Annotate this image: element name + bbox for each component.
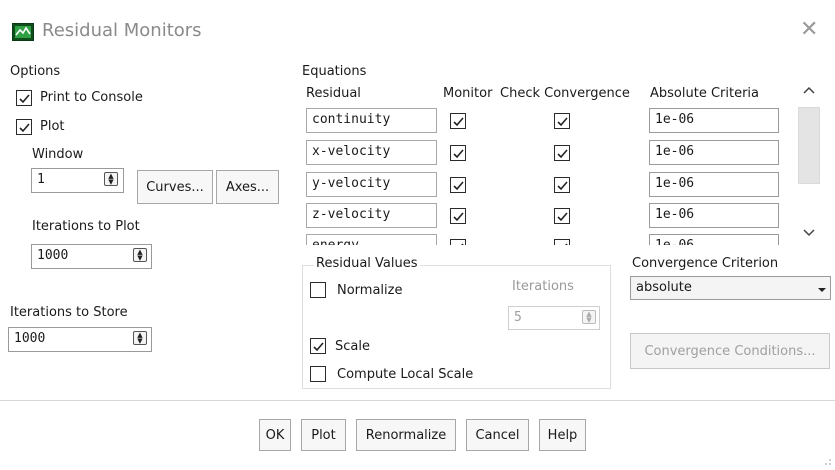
residual-name-energy: energy <box>306 234 437 245</box>
residual-name-x-velocity: x-velocity <box>306 140 437 165</box>
check-icon <box>460 242 464 245</box>
check-icon <box>564 242 568 245</box>
residual-name-y-velocity: y-velocity <box>306 172 437 197</box>
equations-list: continuity 1e-06 x-velocity 1e-06 y-velo… <box>300 104 790 245</box>
scrollbar-thumb[interactable] <box>798 107 820 184</box>
check-convergence-checkbox-y-velocity[interactable] <box>554 177 570 193</box>
absolute-criteria-input-energy[interactable]: 1e-06 <box>649 234 779 245</box>
check-icon <box>452 148 464 158</box>
help-button[interactable]: Help <box>539 419 586 451</box>
iterations-to-plot-value: 1000 <box>37 248 69 263</box>
plot-button[interactable]: Plot <box>301 419 346 451</box>
monitor-checkbox-energy[interactable] <box>450 239 466 245</box>
compute-local-scale-label: Compute Local Scale <box>337 367 474 382</box>
iterations-value: 5 <box>514 310 522 325</box>
iterations-spinner-arrows: ▲ ▼ <box>582 310 596 324</box>
check-icon <box>18 93 30 103</box>
dropdown-arrow-icon[interactable] <box>817 283 827 292</box>
equations-heading: Equations <box>302 64 367 79</box>
check-icon <box>556 180 568 190</box>
curves-button[interactable]: Curves... <box>137 170 213 204</box>
residual-name-z-velocity: z-velocity <box>306 203 437 228</box>
iterations-to-plot-spinner-arrows[interactable]: ▲ ▼ <box>133 248 147 262</box>
absolute-criteria-input-y-velocity[interactable]: 1e-06 <box>649 172 779 197</box>
resize-grip-icon[interactable] <box>822 455 832 465</box>
fluent-app-icon <box>12 23 34 41</box>
iterations-to-plot-label: Iterations to Plot <box>32 219 140 234</box>
ok-button[interactable]: OK <box>259 419 291 451</box>
normalize-label: Normalize <box>337 283 403 298</box>
normalize-checkbox[interactable] <box>310 282 326 298</box>
window-spinner-arrows[interactable]: ▲ ▼ <box>104 172 118 186</box>
scale-checkbox[interactable] <box>310 338 326 354</box>
check-icon <box>452 211 464 221</box>
convergence-criterion-label: Convergence Criterion <box>632 256 779 271</box>
print-to-console-label: Print to Console <box>40 90 143 105</box>
cancel-button[interactable]: Cancel <box>466 419 529 451</box>
close-icon[interactable]: ✕ <box>800 18 818 42</box>
renormalize-button[interactable]: Renormalize <box>356 419 456 451</box>
check-convergence-checkbox-z-velocity[interactable] <box>554 208 570 224</box>
scroll-down-icon[interactable] <box>803 225 815 239</box>
check-icon <box>556 148 568 158</box>
iterations-label: Iterations <box>512 279 574 294</box>
check-icon <box>556 116 568 126</box>
monitor-column-header: Monitor <box>443 86 493 101</box>
residual-values-heading: Residual Values <box>314 256 420 271</box>
absolute-criteria-input-z-velocity[interactable]: 1e-06 <box>649 203 779 228</box>
scale-label: Scale <box>335 339 370 354</box>
absolute-criteria-input-x-velocity[interactable]: 1e-06 <box>649 140 779 165</box>
check-icon <box>556 211 568 221</box>
check-icon <box>452 116 464 126</box>
convergence-criterion-select[interactable]: absolute <box>630 276 831 300</box>
plot-checkbox[interactable] <box>16 119 32 135</box>
window-label: Window <box>32 147 84 162</box>
check-convergence-column-header: Check Convergence <box>500 86 630 101</box>
absolute-criteria-input-continuity[interactable]: 1e-06 <box>649 108 779 133</box>
convergence-conditions-button: Convergence Conditions... <box>630 333 830 369</box>
options-heading: Options <box>10 64 61 79</box>
iterations-to-store-value: 1000 <box>14 331 46 346</box>
iterations-to-store-spinner-arrows[interactable]: ▲ ▼ <box>133 331 147 345</box>
iterations-to-store-label: Iterations to Store <box>10 305 128 320</box>
monitor-checkbox-y-velocity[interactable] <box>450 177 466 193</box>
check-icon <box>18 122 30 132</box>
check-convergence-checkbox-continuity[interactable] <box>554 113 570 129</box>
convergence-criterion-value: absolute <box>636 280 692 295</box>
plot-label: Plot <box>40 119 65 134</box>
residual-column-header: Residual <box>306 86 361 101</box>
check-icon <box>312 341 324 351</box>
absolute-criteria-column-header: Absolute Criteria <box>650 86 760 101</box>
check-convergence-checkbox-x-velocity[interactable] <box>554 145 570 161</box>
monitor-checkbox-x-velocity[interactable] <box>450 145 466 161</box>
print-to-console-checkbox[interactable] <box>16 90 32 106</box>
window-value: 1 <box>37 172 45 187</box>
check-icon <box>452 180 464 190</box>
compute-local-scale-checkbox[interactable] <box>310 366 326 382</box>
window-title: Residual Monitors <box>42 20 202 41</box>
check-convergence-checkbox-energy[interactable] <box>554 239 570 245</box>
monitor-checkbox-z-velocity[interactable] <box>450 208 466 224</box>
axes-button[interactable]: Axes... <box>216 170 279 204</box>
scroll-up-icon[interactable] <box>803 84 815 98</box>
iterations-to-store-input[interactable]: 1000 <box>8 327 152 352</box>
footer-divider <box>0 400 835 401</box>
monitor-checkbox-continuity[interactable] <box>450 113 466 129</box>
residual-name-continuity: continuity <box>306 108 437 133</box>
